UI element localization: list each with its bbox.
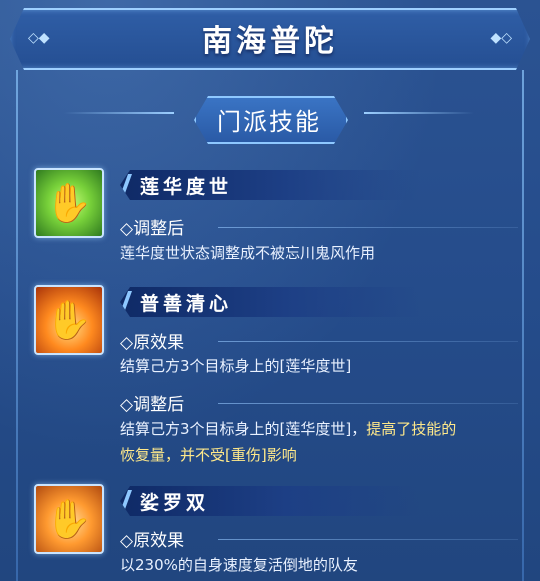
skill-description: 结算己方3个目标身上的[莲华度世] bbox=[120, 357, 352, 375]
section-wing-right bbox=[364, 112, 474, 114]
hand-flame-orb-icon[interactable]: ✋ bbox=[34, 484, 104, 554]
skill-name-bar: 普善清心 bbox=[120, 287, 420, 317]
original-effect-label: ◇原效果 bbox=[120, 333, 185, 353]
divider bbox=[218, 227, 518, 228]
divider bbox=[218, 341, 518, 342]
right-border-line bbox=[522, 70, 524, 581]
title-banner: ◇◆ ◆◇ 南海普陀 bbox=[10, 8, 530, 70]
hand-glow-green-icon[interactable]: ✋ bbox=[34, 168, 104, 238]
original-effect-label: ◇原效果 bbox=[120, 531, 185, 551]
hand-fire-icon[interactable]: ✋ bbox=[34, 285, 104, 355]
desc-text: 结算己方3个目标身上的[莲华度世]， bbox=[120, 420, 367, 438]
section-label: 门派技能 bbox=[217, 108, 321, 136]
section-wing-left bbox=[64, 112, 174, 114]
skill-name-bar: 莲华度世 bbox=[120, 170, 420, 200]
divider bbox=[218, 539, 518, 540]
skill-description: 以230%的自身速度复活倒地的队友 bbox=[120, 556, 358, 574]
skill-name: 普善清心 bbox=[140, 293, 233, 315]
skill-description: 莲华度世状态调整成不被忘川鬼风作用 bbox=[120, 244, 376, 262]
adjusted-label: ◇调整后 bbox=[120, 219, 185, 239]
skill-name: 莲华度世 bbox=[140, 176, 233, 198]
skill-description: 结算己方3个目标身上的[莲华度世]，提高了技能的恢复量，并不受[重伤]影响 bbox=[120, 416, 525, 468]
desc-highlight: 提高了技能的 bbox=[366, 420, 457, 438]
desc-highlight: 恢复量，并不受[重伤]影响 bbox=[120, 446, 297, 464]
adjusted-label: ◇调整后 bbox=[120, 395, 185, 415]
skill-name: 娑罗双 bbox=[140, 492, 210, 514]
page-title: 南海普陀 bbox=[202, 24, 338, 59]
skill-name-bar: 娑罗双 bbox=[120, 486, 420, 516]
left-border-line bbox=[16, 70, 18, 581]
section-header: 门派技能 bbox=[64, 92, 474, 144]
divider bbox=[218, 403, 518, 404]
